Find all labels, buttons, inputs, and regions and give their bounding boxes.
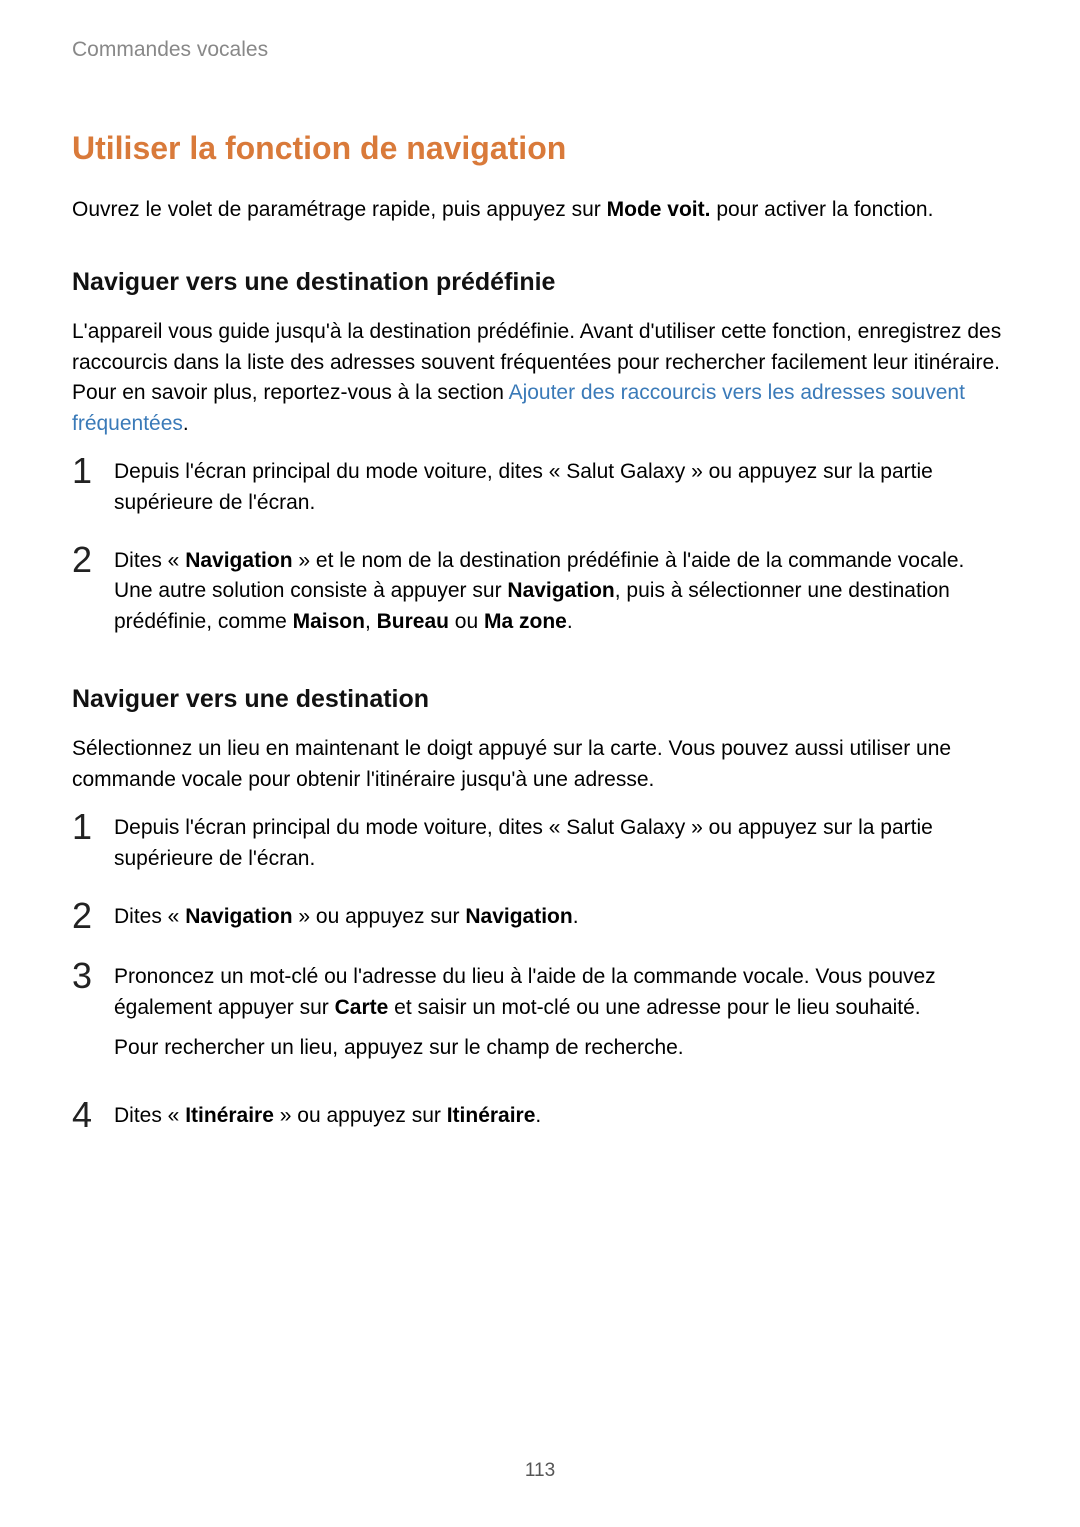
bold-itineraire: Itinéraire <box>185 1104 274 1127</box>
step-text: Depuis l'écran principal du mode voiture… <box>114 813 1008 874</box>
step-text: Dites « Navigation » et le nom de la des… <box>114 546 1008 637</box>
step-text: Prononcez un mot-clé ou l'adresse du lie… <box>114 962 1008 1073</box>
bold-navigation: Navigation <box>185 549 292 572</box>
step-number: 2 <box>72 542 114 578</box>
section2: Naviguer vers une destination Sélectionn… <box>72 685 1008 1133</box>
section2-steps: 1 Depuis l'écran principal du mode voitu… <box>72 813 1008 1133</box>
subsection-title-predefined: Naviguer vers une destination prédéfinie <box>72 268 1008 297</box>
text-fragment: . <box>567 610 573 633</box>
bold-navigation: Navigation <box>507 579 614 602</box>
list-item: 2 Dites « Navigation » et le nom de la d… <box>72 546 1008 637</box>
list-item: 1 Depuis l'écran principal du mode voitu… <box>72 457 1008 518</box>
step-text: Depuis l'écran principal du mode voiture… <box>114 457 1008 518</box>
intro-suffix: pour activer la fonction. <box>710 198 933 221</box>
document-page: Commandes vocales Utiliser la fonction d… <box>0 0 1080 1133</box>
bold-carte: Carte <box>335 996 389 1019</box>
page-title: Utiliser la fonction de navigation <box>72 130 1008 167</box>
text-fragment: ou <box>449 610 484 633</box>
page-number: 113 <box>525 1460 555 1482</box>
list-item: 2 Dites « Navigation » ou appuyez sur Na… <box>72 902 1008 934</box>
text-fragment: » ou appuyez sur <box>274 1104 447 1127</box>
step-text: Dites « Itinéraire » ou appuyez sur Itin… <box>114 1101 1008 1131</box>
subsection-title-destination: Naviguer vers une destination <box>72 685 1008 714</box>
section1-description: L'appareil vous guide jusqu'à la destina… <box>72 317 1008 439</box>
step-number: 4 <box>72 1097 114 1133</box>
section1-steps: 1 Depuis l'écran principal du mode voitu… <box>72 457 1008 637</box>
header-section-label: Commandes vocales <box>72 38 1008 62</box>
text-fragment: Pour rechercher un lieu, appuyez sur le … <box>114 1033 1008 1063</box>
step-number: 3 <box>72 958 114 994</box>
text-fragment: . <box>535 1104 541 1127</box>
step-text: Dites « Navigation » ou appuyez sur Navi… <box>114 902 1008 932</box>
bold-itineraire: Itinéraire <box>447 1104 536 1127</box>
section1-desc-suffix: . <box>183 412 189 435</box>
intro-bold: Mode voit. <box>607 198 711 221</box>
text-fragment: , <box>365 610 377 633</box>
step-number: 1 <box>72 453 114 489</box>
list-item: 4 Dites « Itinéraire » ou appuyez sur It… <box>72 1101 1008 1133</box>
list-item: 3 Prononcez un mot-clé ou l'adresse du l… <box>72 962 1008 1073</box>
step-number: 1 <box>72 809 114 845</box>
section2-description: Sélectionnez un lieu en maintenant le do… <box>72 734 1008 795</box>
intro-paragraph: Ouvrez le volet de paramétrage rapide, p… <box>72 195 1008 224</box>
list-item: 1 Depuis l'écran principal du mode voitu… <box>72 813 1008 874</box>
step-number: 2 <box>72 898 114 934</box>
bold-mazone: Ma zone <box>484 610 567 633</box>
bold-navigation: Navigation <box>465 905 572 928</box>
text-fragment: et saisir un mot-clé ou une adresse pour… <box>388 996 920 1019</box>
text-fragment: Dites « <box>114 905 185 928</box>
bold-maison: Maison <box>293 610 365 633</box>
intro-prefix: Ouvrez le volet de paramétrage rapide, p… <box>72 198 607 221</box>
text-fragment: » ou appuyez sur <box>293 905 466 928</box>
bold-bureau: Bureau <box>377 610 449 633</box>
text-fragment: Dites « <box>114 549 185 572</box>
text-fragment: . <box>573 905 579 928</box>
bold-navigation: Navigation <box>185 905 292 928</box>
text-fragment: Dites « <box>114 1104 185 1127</box>
